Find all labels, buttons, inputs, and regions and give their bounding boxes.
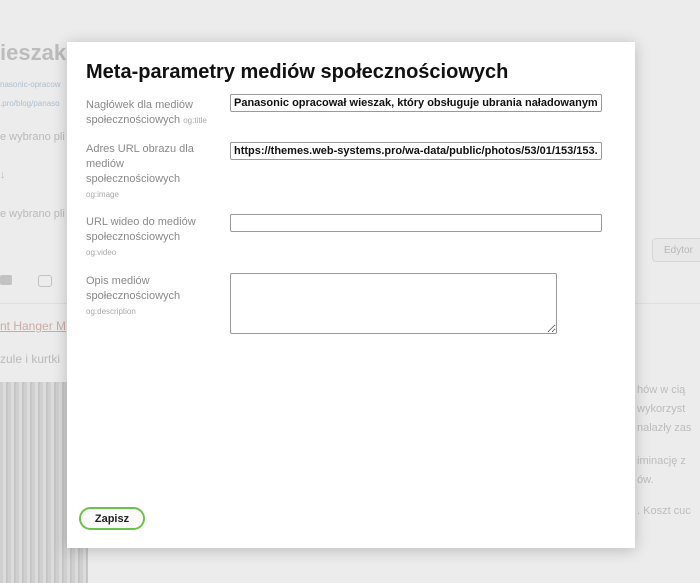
social-meta-dialog: Meta-parametry mediów społecznościowych … [67,42,635,548]
og-title-label-text: Nagłówek dla mediów społecznościowych [86,99,193,126]
og-title-label: Nagłówek dla mediów społecznościowych og… [86,98,216,128]
og-image-label: Adres URL obrazu dla mediów społeczności… [86,142,216,202]
og-description-label: Opis mediów społecznościowych og:descrip… [86,274,216,319]
og-description-textarea[interactable] [230,273,557,334]
og-video-label: URL wideo do mediów społecznościowych og… [86,215,216,260]
og-video-input[interactable] [230,214,602,232]
og-description-label-text: Opis mediów społecznościowych [86,275,181,302]
og-image-tag: og:image [86,190,119,199]
og-description-tag: og:description [86,307,136,316]
save-button[interactable]: Zapisz [79,507,145,530]
og-image-label-text: Adres URL obrazu dla mediów społeczności… [86,143,194,185]
og-title-tag: og:title [183,116,207,125]
og-video-tag: og:video [86,248,117,257]
og-title-input[interactable] [230,94,602,112]
og-image-input[interactable] [230,142,602,160]
dialog-title: Meta-parametry mediów społecznościowych [86,61,509,83]
og-video-label-text: URL wideo do mediów społecznościowych [86,216,196,243]
